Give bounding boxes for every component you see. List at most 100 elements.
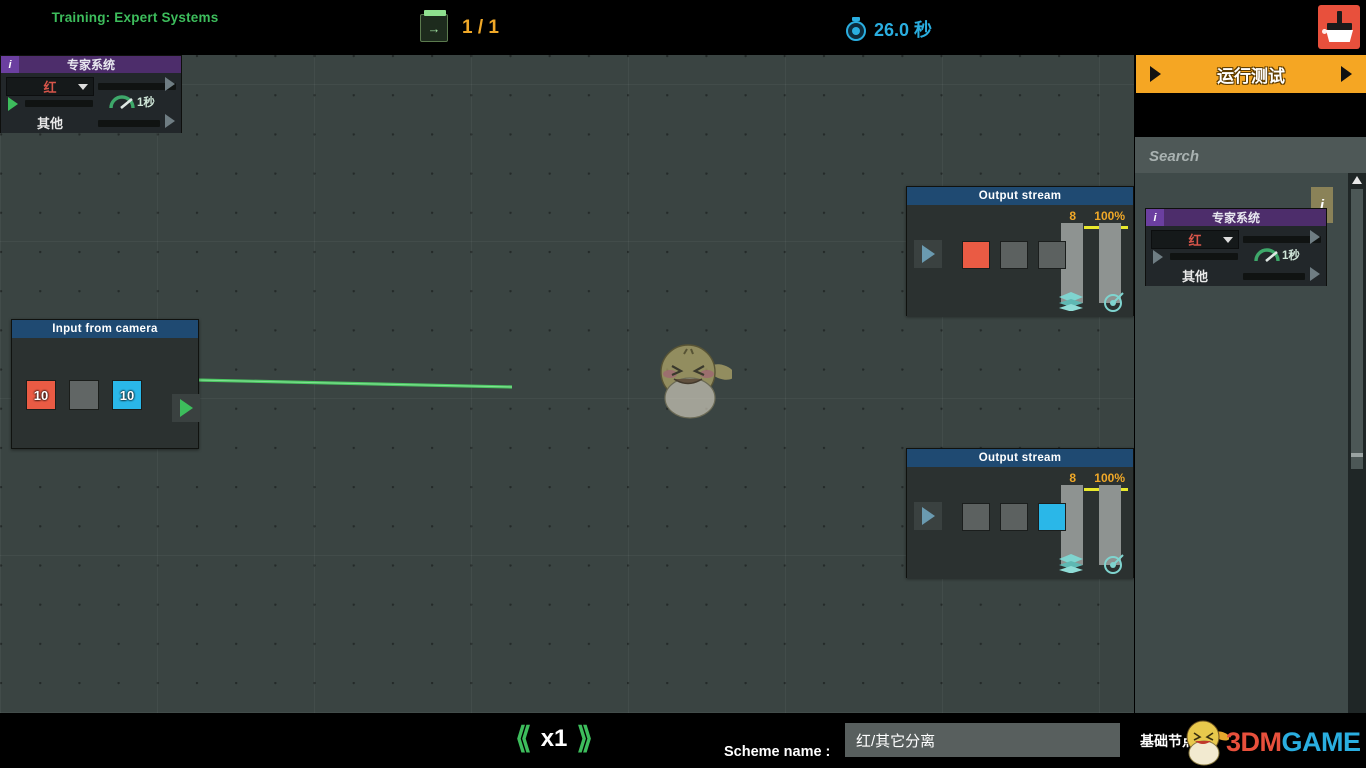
watermark-text-a: 3DM bbox=[1226, 727, 1282, 757]
output-count: 8 bbox=[1069, 471, 1076, 485]
info-badge[interactable]: i bbox=[1, 56, 19, 73]
gauge-icon bbox=[1254, 248, 1280, 263]
delay-value: 1秒 bbox=[1282, 249, 1300, 262]
level-indicator: 1 / 1 bbox=[420, 10, 499, 42]
run-test-button[interactable]: 运行测试 bbox=[1136, 55, 1366, 93]
watermark-text-b: GAME bbox=[1281, 727, 1362, 757]
output-swatch-row bbox=[962, 241, 1066, 269]
run-test-label: 运行测试 bbox=[1217, 66, 1285, 86]
node-palette[interactable]: i i 专家系统 红 1秒 其他 bbox=[1135, 173, 1348, 713]
palette-output-port-other[interactable] bbox=[1304, 264, 1326, 284]
output-percent: 100% bbox=[1094, 209, 1125, 223]
other-label: 其他 bbox=[1182, 269, 1209, 284]
swatch-red[interactable]: 10 bbox=[26, 380, 56, 410]
search-placeholder: Search bbox=[1149, 147, 1200, 165]
play-triangle-icon bbox=[1310, 267, 1320, 281]
layers-icon[interactable] bbox=[1058, 553, 1084, 573]
output-count: 8 bbox=[1069, 209, 1076, 223]
scrollbar-thumb[interactable] bbox=[1351, 453, 1363, 457]
dropdown-value: 红 bbox=[43, 80, 57, 95]
play-triangle-icon bbox=[165, 77, 175, 91]
expert-output-port-other[interactable] bbox=[159, 111, 181, 131]
arrow-left-icon bbox=[1150, 66, 1161, 82]
scrollbar-track[interactable] bbox=[1351, 189, 1363, 469]
out-wire-stub-2 bbox=[98, 120, 160, 127]
expert-input-port[interactable] bbox=[2, 94, 24, 114]
speed-value: x1 bbox=[540, 725, 568, 752]
play-triangle-icon bbox=[8, 97, 18, 111]
stopwatch-icon bbox=[845, 17, 867, 41]
chevron-left-icon[interactable]: ⟪ bbox=[515, 724, 532, 754]
right-panel: 运行测试 Search i i 专家系统 红 1秒 其他 bbox=[1134, 55, 1366, 713]
palette-input-port[interactable] bbox=[1147, 247, 1169, 267]
page-title: Training: Expert Systems bbox=[51, 10, 219, 25]
layers-icon[interactable] bbox=[1058, 291, 1084, 311]
watermark-text: 3DMGAME bbox=[1226, 727, 1361, 758]
top-bar: Training: Expert Systems 1 / 1 26.0 秒 bbox=[0, 0, 1366, 55]
other-label: 其他 bbox=[37, 116, 64, 131]
watermark: 3DMGAME bbox=[1178, 716, 1366, 768]
delay-indicator: 1秒 bbox=[1254, 246, 1300, 263]
palette-item-label: 专家系统 bbox=[1211, 211, 1260, 225]
output-swatch-row bbox=[962, 503, 1066, 531]
output-percent: 100% bbox=[1094, 471, 1125, 485]
clear-button[interactable] bbox=[1318, 5, 1360, 49]
node-title: Input from camera bbox=[12, 320, 198, 338]
output-input-port[interactable] bbox=[914, 502, 942, 530]
target-icon[interactable] bbox=[1103, 553, 1125, 575]
expert-output-port-match[interactable] bbox=[159, 74, 181, 94]
swatch-empty[interactable] bbox=[962, 503, 990, 531]
node-input-from-camera[interactable]: Input from camera 10 10 bbox=[11, 319, 200, 449]
info-badge[interactable]: i bbox=[1146, 209, 1164, 226]
chevron-down-icon bbox=[78, 84, 88, 90]
swatch-empty[interactable] bbox=[1000, 503, 1028, 531]
camera-output-port[interactable] bbox=[172, 394, 200, 422]
chevron-right-icon[interactable]: ⟫ bbox=[576, 724, 593, 754]
gauge-icon bbox=[109, 95, 135, 110]
timer-value: 26.0 秒 bbox=[874, 20, 933, 40]
palette-output-port-match[interactable] bbox=[1304, 227, 1326, 247]
node-expert-system[interactable]: i 专家系统 红 1秒 其他 bbox=[0, 55, 182, 133]
chevron-down-icon bbox=[1223, 237, 1233, 243]
node-output-stream-top[interactable]: Output stream 8 100% bbox=[906, 186, 1134, 317]
scheme-name-input[interactable]: 红/其它分离 bbox=[845, 723, 1120, 757]
arrow-right-icon bbox=[1341, 66, 1352, 82]
speed-control: ⟪ x1 ⟫ bbox=[515, 724, 593, 754]
swatch-empty[interactable] bbox=[69, 380, 99, 410]
play-triangle-icon bbox=[921, 245, 935, 263]
delay-indicator: 1秒 bbox=[109, 93, 155, 110]
level-export-icon bbox=[420, 10, 448, 42]
chick-logo-icon bbox=[1186, 720, 1229, 766]
swatch-empty[interactable] bbox=[1038, 241, 1066, 269]
palette-item-expert-system[interactable]: i 专家系统 红 1秒 其他 bbox=[1145, 208, 1327, 286]
play-triangle-icon bbox=[1310, 230, 1320, 244]
node-output-stream-bottom[interactable]: Output stream 8 100% bbox=[906, 448, 1134, 579]
swatch-cyan[interactable]: 10 bbox=[112, 380, 142, 410]
swatch-red[interactable] bbox=[962, 241, 990, 269]
play-triangle-icon bbox=[921, 507, 935, 525]
node-title: 专家系统 bbox=[66, 58, 115, 72]
out-wire-stub-2 bbox=[1243, 273, 1305, 280]
swatch-cyan[interactable] bbox=[1038, 503, 1066, 531]
swatch-empty[interactable] bbox=[1000, 241, 1028, 269]
scroll-up-arrow-icon[interactable] bbox=[1352, 176, 1362, 184]
delay-value: 1秒 bbox=[137, 96, 155, 109]
level-count: 1 / 1 bbox=[462, 17, 499, 38]
output-input-port[interactable] bbox=[914, 240, 942, 268]
play-triangle-icon bbox=[179, 399, 193, 417]
dropdown-value: 红 bbox=[1188, 233, 1202, 248]
in-wire-stub bbox=[1170, 253, 1238, 260]
connection-wire bbox=[196, 378, 512, 389]
node-canvas[interactable]: Input from camera 10 10 i 专家系统 红 1秒 其他 O… bbox=[0, 55, 1134, 713]
node-title: Output stream bbox=[907, 187, 1133, 205]
in-wire-stub bbox=[25, 100, 93, 107]
camera-swatch-row: 10 10 bbox=[26, 380, 142, 410]
node-title: Output stream bbox=[907, 449, 1133, 467]
scheme-name-value: 红/其它分离 bbox=[856, 732, 936, 750]
play-triangle-icon bbox=[1153, 250, 1163, 264]
play-triangle-icon bbox=[165, 114, 175, 128]
palette-scrollbar[interactable] bbox=[1348, 173, 1366, 713]
timer: 26.0 秒 bbox=[845, 16, 932, 42]
search-input[interactable]: Search bbox=[1135, 137, 1366, 175]
target-icon[interactable] bbox=[1103, 291, 1125, 313]
